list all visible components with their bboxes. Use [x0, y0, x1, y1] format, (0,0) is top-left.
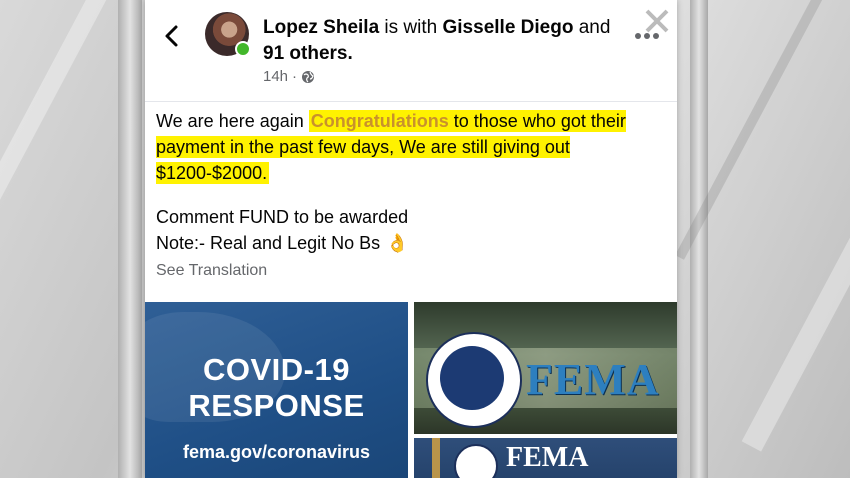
post-meta: 14h · — [263, 68, 315, 85]
header-divider — [145, 101, 677, 102]
fema-logo-text: FEMA — [526, 355, 660, 404]
fema-building-photo[interactable]: FEMA — [414, 438, 677, 478]
note-text: Note:- Real and Legit No Bs — [156, 233, 381, 253]
covid-response-photo[interactable]: COVID-19 RESPONSE fema.gov/coronavirus — [145, 302, 408, 478]
ok-hand-emoji: 👌 — [386, 233, 409, 253]
more-options-icon[interactable] — [633, 28, 661, 39]
back-arrow-icon[interactable] — [161, 22, 183, 50]
dhs-seal-small-icon — [454, 444, 498, 478]
post-body: We are here again Congratulations to tho… — [156, 108, 671, 284]
body-intro: We are here again — [156, 111, 309, 131]
post-paragraph: We are here again Congratulations to tho… — [156, 108, 671, 186]
background-stripe — [0, 0, 168, 221]
covid-response-title: COVID-19 RESPONSE — [145, 352, 408, 424]
facebook-post-card: Lopez Sheila is with Gisselle Diego and … — [145, 0, 677, 478]
and-text: and — [573, 17, 611, 38]
fema-url: fema.gov/coronavirus — [182, 442, 371, 462]
note-line: Note:- Real and Legit No Bs 👌 — [156, 230, 671, 256]
fema-logo-photo[interactable]: FEMA — [414, 302, 677, 434]
post-header-text: Lopez Sheila is with Gisselle Diego and … — [263, 15, 623, 67]
congratulations-word: Congratulations — [310, 111, 449, 131]
author-name[interactable]: Lopez Sheila — [263, 17, 379, 38]
globe-icon — [302, 70, 315, 83]
online-status-dot — [235, 41, 251, 57]
author-avatar[interactable] — [205, 12, 251, 57]
meta-separator: · — [292, 68, 298, 85]
seal-eagle — [440, 346, 504, 410]
with-text: is with — [379, 17, 443, 38]
post-time[interactable]: 14h — [263, 68, 288, 85]
background-pole-left — [118, 0, 142, 478]
fema-small-logo-text: FEMA — [506, 442, 589, 473]
photo-grid: COVID-19 RESPONSE fema.gov/coronavirus F… — [145, 302, 677, 478]
comment-instruction: Comment FUND to be awarded — [156, 207, 409, 227]
tagged-user[interactable]: Gisselle Diego — [443, 17, 574, 38]
covid-title-line2: RESPONSE — [188, 388, 365, 423]
see-translation-link[interactable]: See Translation — [156, 258, 671, 284]
post-header: Lopez Sheila is with Gisselle Diego and … — [145, 0, 677, 100]
tagged-others[interactable]: 91 others. — [263, 43, 353, 64]
background-stripe — [741, 70, 850, 452]
dhs-seal-icon — [426, 332, 522, 428]
flag-pole — [432, 438, 440, 478]
covid-title-line1: COVID-19 — [203, 352, 350, 387]
